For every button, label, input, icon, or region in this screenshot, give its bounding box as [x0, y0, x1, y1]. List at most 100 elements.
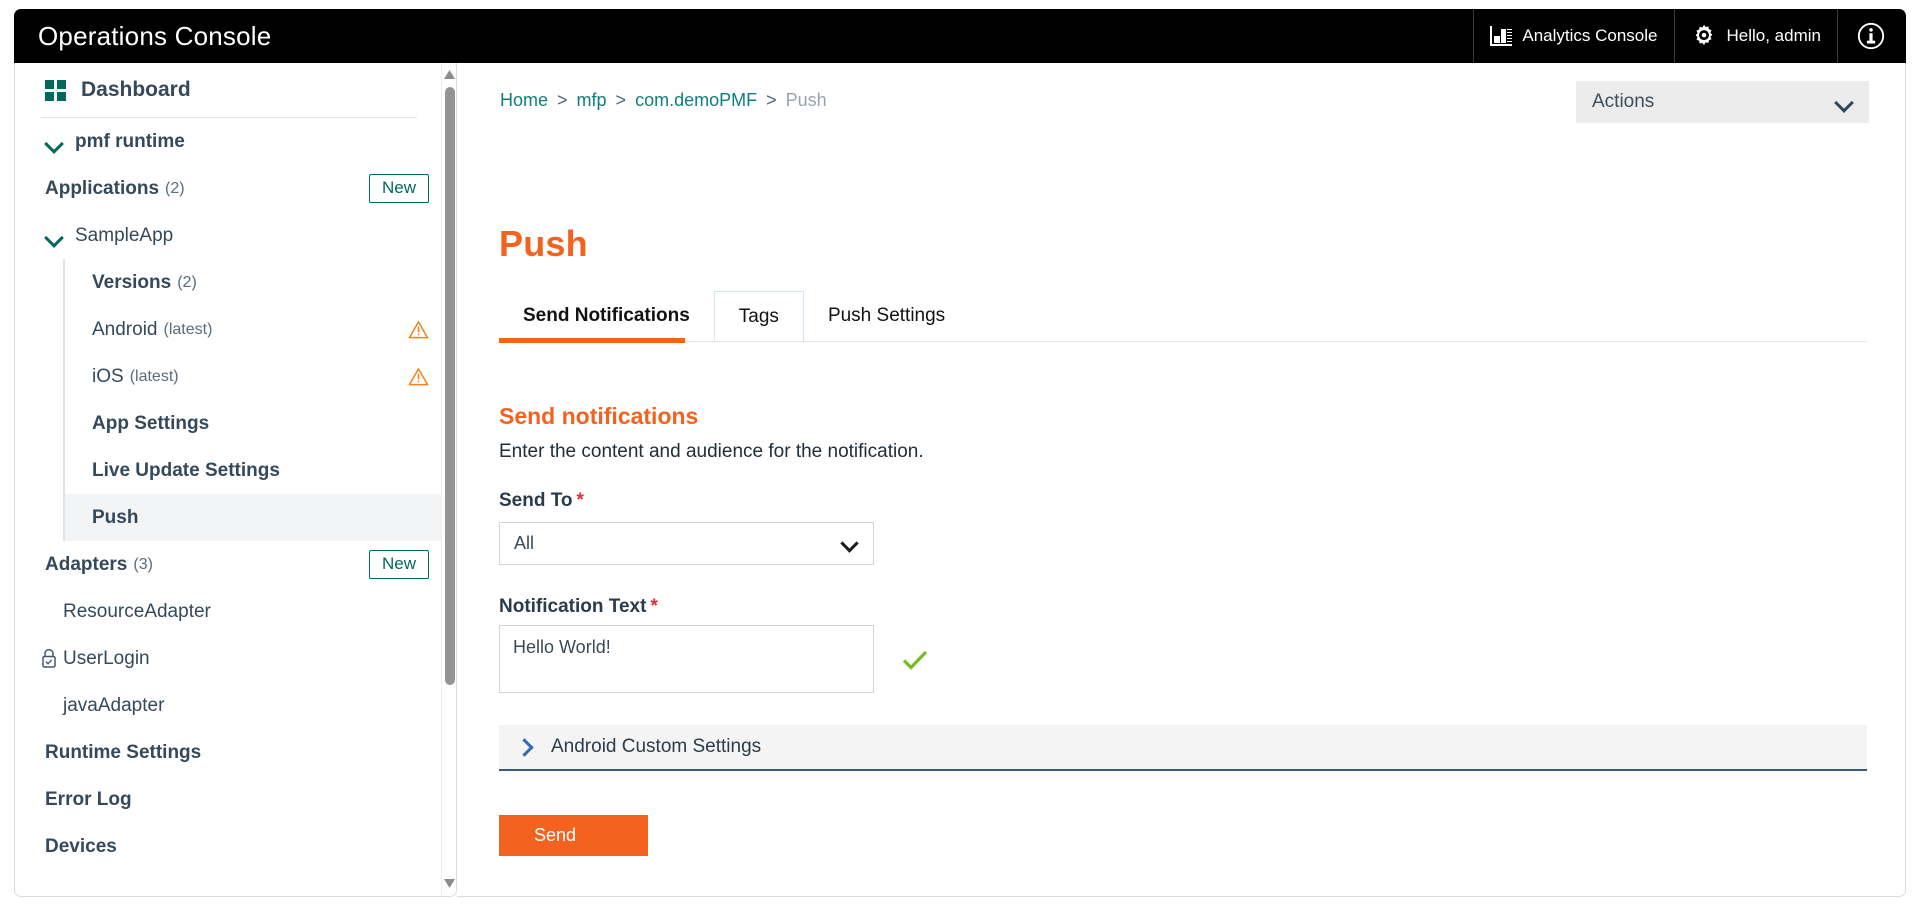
breadcrumb-item-mfp[interactable]: mfp: [577, 90, 607, 111]
tab-label: Push Settings: [828, 305, 945, 327]
actions-dropdown[interactable]: Actions: [1576, 81, 1869, 123]
send-to-label-text: Send To: [499, 490, 573, 511]
warning-triangle-icon: [408, 320, 429, 339]
scrollbar-thumb[interactable]: [445, 87, 455, 685]
sidebar-item-live-update-settings[interactable]: Live Update Settings: [63, 447, 443, 494]
accordion-label: Android Custom Settings: [551, 736, 761, 758]
tab-send-notifications[interactable]: Send Notifications: [499, 291, 714, 341]
active-tab-underline: [499, 338, 685, 343]
sidebar-item-label: Devices: [45, 836, 117, 858]
sidebar-item-label: Dashboard: [81, 78, 191, 102]
info-circle-icon: [1856, 21, 1886, 51]
breadcrumb-item-home[interactable]: Home: [500, 90, 548, 111]
page-title: Push: [499, 223, 588, 265]
gear-icon: [1691, 23, 1717, 49]
sidebar-item-runtime-settings[interactable]: Runtime Settings: [15, 729, 443, 776]
sidebar-item-label: Applications: [45, 178, 159, 200]
send-button[interactable]: Send: [499, 815, 648, 856]
tab-label: Tags: [739, 306, 779, 328]
sidebar-item-label: UserLogin: [63, 648, 150, 670]
new-application-button[interactable]: New: [369, 174, 429, 202]
section-title: Send notifications: [499, 403, 698, 430]
tab-bar-rail: [499, 341, 1867, 342]
sidebar-item-sampleapp[interactable]: SampleApp: [15, 212, 443, 259]
triangle-down-icon[interactable]: [443, 877, 456, 890]
tab-label: Send Notifications: [523, 305, 690, 327]
header-actions: Analytics Console Hello, admin: [1473, 9, 1906, 63]
grid-squares-icon: [45, 80, 66, 101]
main-content-panel: Home > mfp > com.demoPMF > Push Actions …: [457, 63, 1906, 897]
sidebar-item-label: Versions: [92, 272, 171, 294]
app-window: Operations Console Analytics Console Hel…: [0, 0, 1920, 906]
analytics-console-label: Analytics Console: [1522, 26, 1657, 46]
tab-tags[interactable]: Tags: [714, 291, 804, 341]
left-sidebar: Dashboard pmf runtime Applications (2) N…: [14, 63, 457, 897]
checkmark-icon: [902, 649, 928, 671]
send-to-select[interactable]: All: [499, 522, 874, 565]
sidebar-item-label: ResourceAdapter: [63, 601, 211, 623]
send-to-selected-value: All: [514, 533, 534, 554]
chevron-down-icon: [842, 535, 859, 552]
breadcrumb: Home > mfp > com.demoPMF > Push: [500, 90, 827, 111]
sidebar-item-label: App Settings: [92, 413, 209, 435]
app-brand-title: Operations Console: [14, 21, 271, 52]
breadcrumb-separator: >: [616, 90, 627, 111]
triangle-up-icon[interactable]: [443, 68, 456, 81]
sidebar-item-versions[interactable]: Versions (2): [63, 259, 443, 306]
sidebar-scrollbar[interactable]: [441, 63, 456, 895]
user-greeting-label: Hello, admin: [1727, 26, 1822, 46]
chevron-down-icon: [45, 133, 63, 151]
android-version-tag: (latest): [164, 321, 213, 339]
android-custom-settings-accordion[interactable]: Android Custom Settings: [499, 725, 1867, 771]
chevron-down-icon: [45, 227, 63, 245]
adapters-count: (3): [133, 556, 153, 574]
sidebar-item-app-settings[interactable]: App Settings: [63, 400, 443, 447]
notification-text-label-text: Notification Text: [499, 596, 646, 617]
sidebar-item-label: pmf runtime: [75, 131, 185, 153]
sidebar-item-android[interactable]: Android (latest): [63, 306, 443, 353]
new-adapter-button[interactable]: New: [369, 550, 429, 578]
sidebar-item-resourceadapter[interactable]: ResourceAdapter: [15, 588, 443, 635]
sidebar-item-javaadapter[interactable]: javaAdapter: [15, 682, 443, 729]
notification-text-input[interactable]: [499, 625, 874, 693]
breadcrumb-separator: >: [766, 90, 777, 111]
versions-count: (2): [177, 274, 197, 292]
applications-count: (2): [165, 180, 185, 198]
breadcrumb-item-com-demopmf[interactable]: com.demoPMF: [635, 90, 757, 111]
tab-push-settings[interactable]: Push Settings: [804, 291, 969, 341]
analytics-bar-chart-icon: [1490, 26, 1512, 46]
required-marker: *: [577, 490, 584, 511]
sidebar-item-push[interactable]: Push: [63, 494, 443, 541]
ios-version-tag: (latest): [130, 368, 179, 386]
sidebar-item-error-log[interactable]: Error Log: [15, 776, 443, 823]
required-marker: *: [650, 596, 657, 617]
sidebar-item-label: javaAdapter: [63, 695, 164, 717]
breadcrumb-separator: >: [557, 90, 568, 111]
sidebar-item-dashboard[interactable]: Dashboard: [15, 63, 443, 117]
sidebar-item-userlogin[interactable]: UserLogin: [15, 635, 443, 682]
sidebar-item-applications[interactable]: Applications (2) New: [15, 165, 443, 212]
analytics-console-link[interactable]: Analytics Console: [1473, 9, 1673, 63]
section-description: Enter the content and audience for the n…: [499, 441, 924, 463]
sidebar-item-adapters[interactable]: Adapters (3) New: [15, 541, 443, 588]
sidebar-item-ios[interactable]: iOS (latest): [63, 353, 443, 400]
help-info-button[interactable]: [1837, 9, 1906, 63]
sidebar-item-label: iOS: [92, 366, 124, 388]
send-to-label: Send To*: [499, 490, 584, 512]
sidebar-item-pmf-runtime[interactable]: pmf runtime: [15, 118, 443, 165]
breadcrumb-item-push-current: Push: [786, 90, 827, 111]
sidebar-scroll-content: Dashboard pmf runtime Applications (2) N…: [15, 63, 443, 895]
tab-bar: Send Notifications Tags Push Settings: [499, 291, 1867, 343]
warning-triangle-icon: [408, 367, 429, 386]
notification-text-label: Notification Text*: [499, 596, 658, 618]
sidebar-item-label: Error Log: [45, 789, 132, 811]
sidebar-item-label: SampleApp: [75, 225, 173, 247]
sidebar-item-label: Live Update Settings: [92, 460, 280, 482]
chevron-down-icon: [1836, 94, 1853, 111]
sidebar-item-label: Runtime Settings: [45, 742, 201, 764]
user-menu-button[interactable]: Hello, admin: [1674, 9, 1838, 63]
chevron-right-icon: [517, 739, 533, 755]
sidebar-item-devices[interactable]: Devices: [15, 823, 443, 870]
lock-icon: [40, 648, 58, 669]
actions-dropdown-label: Actions: [1592, 91, 1654, 113]
